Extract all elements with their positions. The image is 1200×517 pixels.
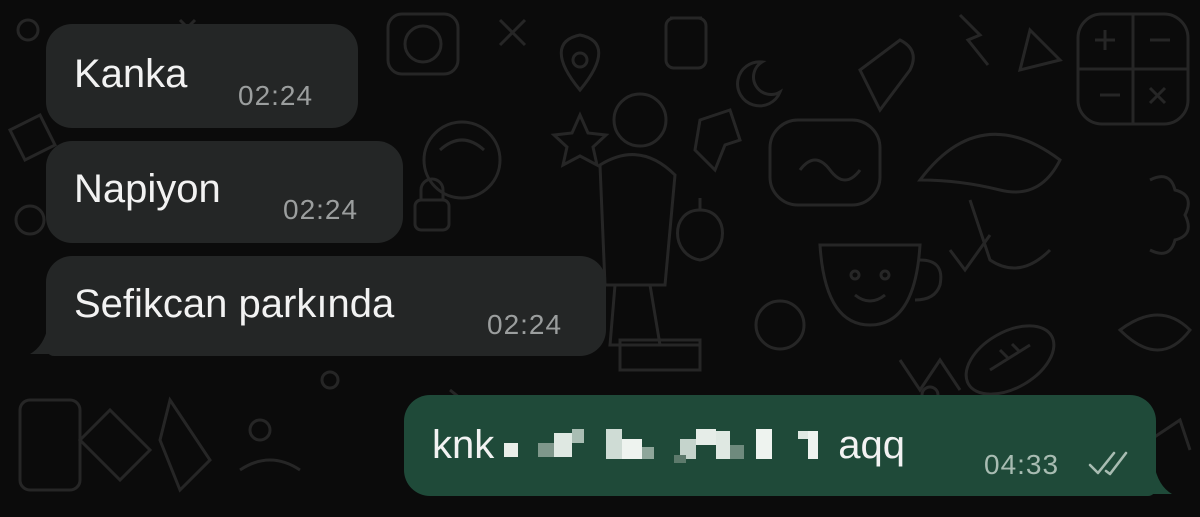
message-list: Kanka 02:24 Napiyon 02:24 Sefikcan parkı… <box>0 0 1200 517</box>
double-check-icon <box>1088 451 1128 476</box>
message-text: Napiyon <box>74 167 221 211</box>
message-text: Kanka <box>74 52 188 96</box>
message-text: knk aqq <box>432 425 905 465</box>
message-timestamp: 02:24 <box>283 194 359 225</box>
message-text-start: knk <box>432 423 495 467</box>
incoming-message-bubble[interactable]: Sefikcan parkında 02:24 <box>46 256 606 356</box>
message-timestamp: 04:33 <box>984 449 1060 480</box>
message-text: Sefikcan parkında <box>74 282 395 326</box>
incoming-message-bubble[interactable]: Napiyon 02:24 <box>46 141 403 243</box>
message-text-end: aqq <box>838 423 905 467</box>
redacted-text <box>498 425 834 465</box>
incoming-message-bubble[interactable]: Kanka 02:24 <box>46 24 358 128</box>
message-timestamp: 02:24 <box>238 80 314 111</box>
outgoing-message-bubble[interactable]: knk aqq 04:33 <box>404 395 1156 496</box>
message-timestamp: 02:24 <box>487 309 563 340</box>
